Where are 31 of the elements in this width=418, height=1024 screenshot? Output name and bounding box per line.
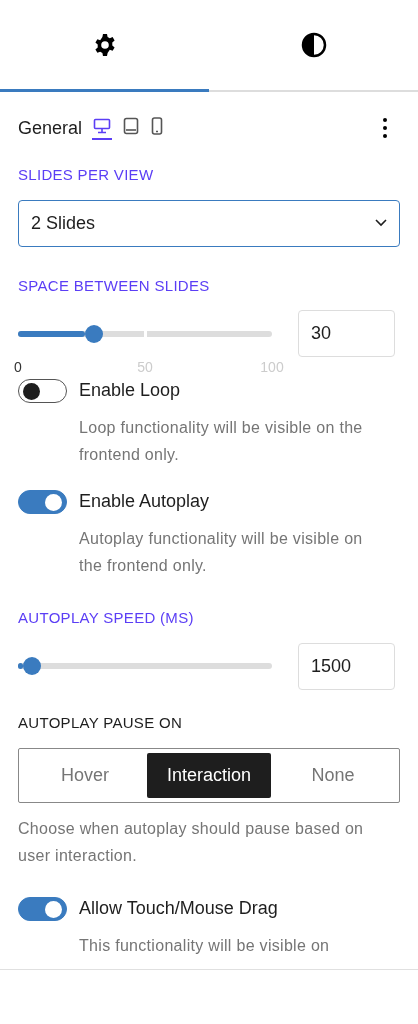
scale-label: 0 — [14, 358, 22, 377]
field-label: AUTOPLAY SPEED (MS) — [18, 608, 195, 628]
segment-option[interactable]: Hover — [23, 753, 147, 798]
contrast-icon — [300, 31, 327, 58]
help-text: Choose when autoplay should pause based on user interaction. — [18, 819, 365, 866]
toggle-switch[interactable] — [18, 489, 67, 514]
desktop-icon[interactable] — [92, 116, 113, 140]
select-field[interactable]: 2 Slides — [18, 199, 400, 247]
number-field[interactable]: 30 — [298, 310, 395, 357]
more-options-icon[interactable] — [382, 117, 388, 139]
field-label: AUTOPLAY PAUSE ON — [18, 712, 184, 733]
toggle-switch[interactable] — [18, 896, 67, 921]
toggle-label: Allow Touch/Mouse Drag — [79, 897, 278, 920]
toggle-label: Enable Loop — [79, 379, 181, 402]
help-text: This functionality will be visible on — [79, 936, 331, 956]
slider-track[interactable] — [18, 657, 272, 675]
gear-icon — [92, 32, 117, 57]
toggle-label: Enable Autoplay — [79, 490, 210, 513]
slider-thumb[interactable] — [22, 657, 41, 675]
slider-track[interactable] — [18, 324, 272, 343]
chevron-down-icon — [375, 219, 387, 227]
help-text: Autoplay functionality will be visible on the frontend only. — [79, 529, 364, 576]
field-label: SLIDES PER VIEW — [18, 165, 155, 185]
help-text: Loop functionality will be visible on the frontend only. — [79, 418, 364, 465]
segment-option[interactable]: None — [271, 753, 395, 798]
segment-option[interactable]: Interaction — [147, 753, 271, 798]
slider-thumb[interactable] — [85, 324, 104, 343]
toggle-switch[interactable] — [18, 378, 67, 403]
number-field[interactable]: 1500 — [298, 642, 395, 690]
panel-title: General — [18, 116, 83, 140]
field-label: SPACE BETWEEN SLIDES — [18, 275, 211, 296]
